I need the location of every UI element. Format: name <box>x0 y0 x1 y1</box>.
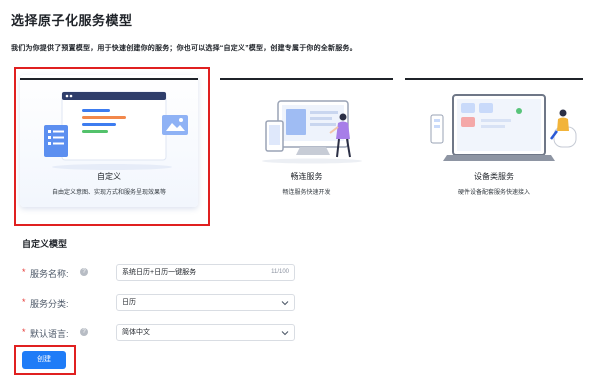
chevron-down-icon <box>281 301 289 306</box>
service-name-input[interactable]: 系统日历+日历一键服务 11/100 <box>116 264 295 281</box>
form-row-default-language: * 默认语言: ? 简体中文 <box>22 324 295 344</box>
card-top-line <box>405 78 583 80</box>
card-title: 设备类服务 <box>474 172 514 181</box>
card-description: 自由定义意图、实现方式和服务呈现效果等 <box>51 190 166 196</box>
required-mark: * <box>22 297 26 307</box>
model-card-fast-connect[interactable]: 畅连服务 畅连服务快速开发 <box>220 75 393 215</box>
help-icon[interactable]: ? <box>80 328 88 336</box>
default-language-value: 简体中文 <box>122 329 150 336</box>
required-mark: * <box>22 267 26 277</box>
required-mark: * <box>22 327 26 337</box>
page-title: 选择原子化服务模型 <box>11 13 133 28</box>
service-category-select[interactable]: 日历 <box>116 294 295 311</box>
service-name-value: 系统日历+日历一键服务 <box>122 269 197 276</box>
help-icon[interactable]: ? <box>80 268 88 276</box>
card-top-line <box>20 78 198 80</box>
service-category-label: 服务分类: <box>30 299 69 309</box>
model-card-device[interactable]: 设备类服务 硬件设备配套服务快速接入 <box>405 75 583 215</box>
service-name-label: 服务名称: <box>30 269 69 279</box>
section-title: 自定义模型 <box>22 239 68 249</box>
default-language-label: 默认语言: <box>30 329 69 339</box>
default-language-select[interactable]: 简体中文 <box>116 324 295 341</box>
chevron-down-icon <box>281 331 289 336</box>
service-category-value: 日历 <box>122 299 136 306</box>
card-top-line <box>220 78 393 80</box>
form-row-service-category: * 服务分类: 日历 <box>22 294 295 314</box>
model-card-custom[interactable]: 自定义 自由定义意图、实现方式和服务呈现效果等 <box>20 75 198 215</box>
card-description: 畅连服务快速开发 <box>282 190 331 196</box>
form-row-service-name: * 服务名称: ? 系统日历+日历一键服务 11/100 <box>22 264 295 284</box>
card-description: 硬件设备配套服务快速接入 <box>457 190 530 196</box>
create-button[interactable]: 创建 <box>22 351 66 369</box>
card-title: 畅连服务 <box>290 172 323 181</box>
char-counter: 11/100 <box>271 269 289 275</box>
page-description: 我们为你提供了预置模型，用于快速创建你的服务；你也可以选择“自定义”模型，创建专… <box>11 45 357 52</box>
card-title: 自定义 <box>97 172 121 181</box>
